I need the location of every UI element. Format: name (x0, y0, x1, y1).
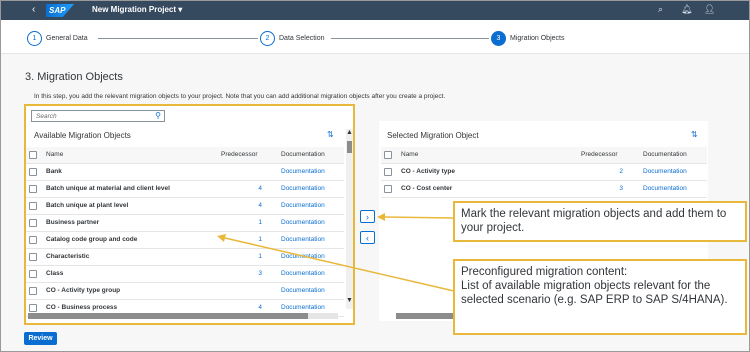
review-button[interactable]: Review (24, 332, 57, 345)
callout-text: Mark the relevant migration objects and … (461, 208, 727, 234)
callout-add-objects: Mark the relevant migration objects and … (453, 201, 747, 242)
callout-text: List of available migration objects rele… (461, 280, 728, 306)
arrow-line (224, 237, 455, 292)
callout-preconfigured: Preconfigured migration content: List of… (453, 259, 747, 335)
callout-title: Preconfigured migration content: (461, 266, 628, 278)
arrow-line (382, 216, 455, 219)
arrowhead (217, 234, 226, 242)
arrowhead (377, 213, 385, 221)
app-frame: ‹ SAP New Migration Project ▾ ⌕ 🔔︎ 👤︎ 1 … (0, 0, 750, 352)
